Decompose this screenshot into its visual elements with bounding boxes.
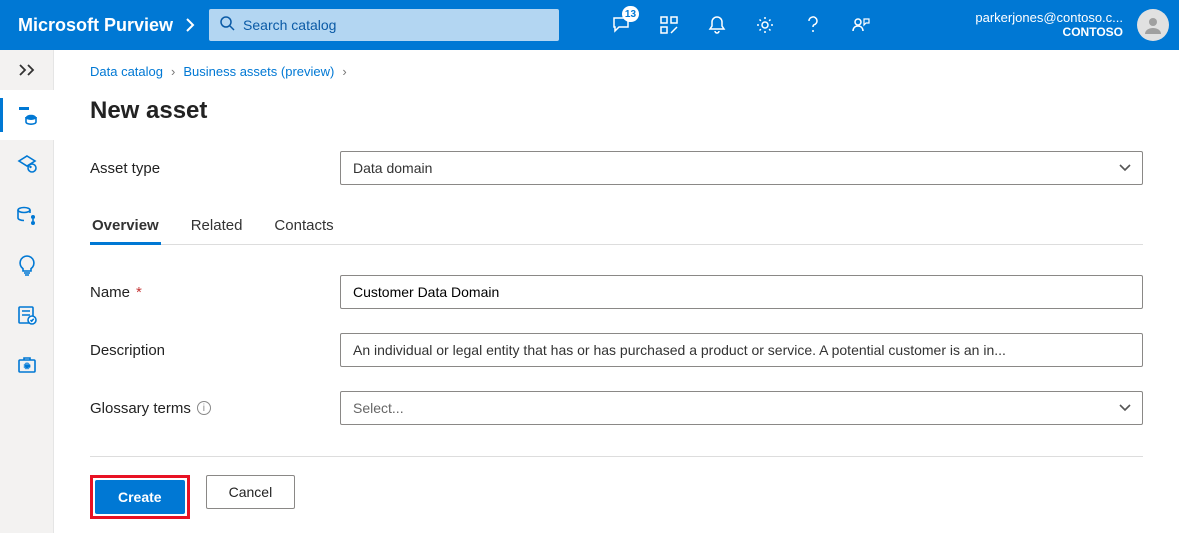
tab-overview[interactable]: Overview bbox=[90, 211, 161, 244]
header-icons: 13 bbox=[597, 0, 885, 50]
crumb-business-assets[interactable]: Business assets (preview) bbox=[183, 64, 334, 79]
glossary-label: Glossary terms i bbox=[90, 400, 340, 417]
account-block[interactable]: parkerjones@contoso.c... CONTOSO bbox=[975, 11, 1127, 40]
name-input-wrap bbox=[340, 275, 1143, 309]
crumb-data-catalog[interactable]: Data catalog bbox=[90, 64, 163, 79]
asset-type-value: Data domain bbox=[353, 160, 432, 176]
main-content: Data catalog › Business assets (preview)… bbox=[54, 50, 1179, 533]
avatar[interactable] bbox=[1137, 9, 1169, 41]
nav-catalog[interactable] bbox=[0, 90, 54, 140]
search-input[interactable] bbox=[243, 17, 549, 33]
chevron-right-icon: › bbox=[171, 64, 175, 79]
nav-map[interactable] bbox=[0, 140, 54, 190]
chevron-right-icon: › bbox=[342, 64, 346, 79]
left-nav bbox=[0, 50, 54, 533]
page-title: New asset bbox=[90, 97, 1143, 125]
grid-icon[interactable] bbox=[645, 0, 693, 50]
form-footer: Create Cancel bbox=[90, 456, 1143, 519]
brand-chevron-icon[interactable] bbox=[185, 18, 209, 32]
nav-expand-icon[interactable] bbox=[0, 50, 53, 90]
tab-related[interactable]: Related bbox=[189, 211, 245, 244]
asset-type-select[interactable]: Data domain bbox=[340, 151, 1143, 185]
chevron-down-icon bbox=[1118, 160, 1132, 176]
description-input[interactable]: An individual or legal entity that has o… bbox=[353, 342, 1006, 358]
feedback-icon[interactable] bbox=[837, 0, 885, 50]
description-input-wrap: An individual or legal entity that has o… bbox=[340, 333, 1143, 367]
nav-insights[interactable] bbox=[0, 240, 54, 290]
search-icon bbox=[219, 15, 235, 36]
chat-icon[interactable]: 13 bbox=[597, 0, 645, 50]
account-email: parkerjones@contoso.c... bbox=[975, 11, 1123, 26]
chevron-down-icon bbox=[1118, 400, 1132, 416]
brand-title[interactable]: Microsoft Purview bbox=[0, 15, 185, 36]
nav-management[interactable] bbox=[0, 340, 54, 390]
breadcrumb: Data catalog › Business assets (preview)… bbox=[90, 64, 1143, 79]
search-box[interactable] bbox=[209, 9, 559, 41]
help-icon[interactable] bbox=[789, 0, 837, 50]
bell-icon[interactable] bbox=[693, 0, 741, 50]
annotation-highlight: Create bbox=[90, 475, 190, 519]
name-label: Name* bbox=[90, 284, 340, 301]
name-input[interactable] bbox=[353, 284, 1110, 300]
info-icon[interactable]: i bbox=[197, 401, 211, 415]
tab-bar: Overview Related Contacts bbox=[90, 211, 1143, 245]
create-button[interactable]: Create bbox=[95, 480, 185, 514]
app-header: Microsoft Purview 13 parkerjones@cont bbox=[0, 0, 1179, 50]
glossary-placeholder: Select... bbox=[353, 400, 404, 416]
asset-type-label: Asset type bbox=[90, 160, 340, 177]
cancel-button[interactable]: Cancel bbox=[206, 475, 296, 509]
glossary-select[interactable]: Select... bbox=[340, 391, 1143, 425]
account-tenant: CONTOSO bbox=[1063, 26, 1123, 40]
gear-icon[interactable] bbox=[741, 0, 789, 50]
chat-badge: 13 bbox=[622, 6, 639, 22]
nav-policy[interactable] bbox=[0, 290, 54, 340]
required-indicator: * bbox=[136, 284, 142, 301]
tab-contacts[interactable]: Contacts bbox=[272, 211, 335, 244]
description-label: Description bbox=[90, 342, 340, 359]
nav-sources[interactable] bbox=[0, 190, 54, 240]
